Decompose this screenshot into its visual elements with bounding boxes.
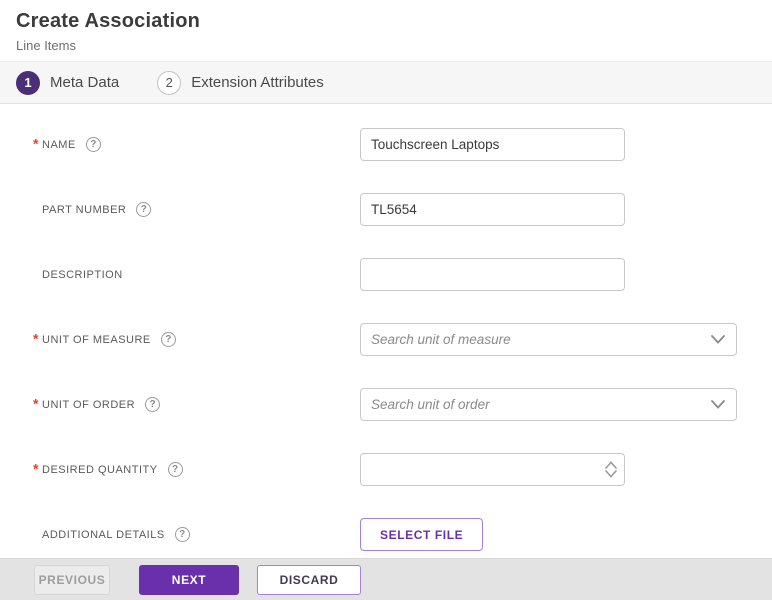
help-icon[interactable]: ? <box>160 332 176 347</box>
control <box>360 453 625 486</box>
form-row-description: DESCRIPTION <box>0 242 772 307</box>
chevron-down-icon[interactable] <box>711 400 725 409</box>
label-wrap: * NAME ? <box>0 134 360 152</box>
required-marker: * <box>33 134 39 151</box>
part-number-input[interactable] <box>360 193 625 226</box>
control <box>360 193 625 226</box>
wizard-stepper: 1 Meta Data 2 Extension Attributes <box>0 61 772 104</box>
help-icon[interactable]: ? <box>136 202 152 217</box>
chevron-down-icon[interactable] <box>711 335 725 344</box>
name-input[interactable] <box>360 128 625 161</box>
discard-button[interactable]: DISCARD <box>257 564 361 595</box>
help-icon[interactable]: ? <box>145 397 161 412</box>
page-subtitle: Line Items <box>16 38 76 53</box>
next-button[interactable]: NEXT <box>139 564 239 595</box>
help-icon[interactable]: ? <box>174 527 190 542</box>
help-icon[interactable]: ? <box>167 462 183 477</box>
label-wrap: DESCRIPTION <box>0 269 360 281</box>
form-row-desired-quantity: * DESIRED QUANTITY ? <box>0 437 772 502</box>
field-label: UNIT OF ORDER <box>42 398 136 411</box>
page-header: Create Association Line Items <box>0 0 772 61</box>
help-icon[interactable]: ? <box>85 137 101 152</box>
control <box>360 258 625 291</box>
quantity-stepper <box>605 461 617 478</box>
desired-quantity-input[interactable] <box>360 453 625 486</box>
control <box>360 323 737 356</box>
step-label: Meta Data <box>50 74 120 91</box>
wizard-footer: PREVIOUS NEXT DISCARD <box>0 558 772 600</box>
field-label: DESCRIPTION <box>42 268 123 281</box>
step-extension-attributes[interactable]: 2 Extension Attributes <box>157 70 324 95</box>
step-meta-data[interactable]: 1 Meta Data <box>16 70 120 95</box>
field-label: NAME <box>42 138 76 151</box>
required-marker: * <box>33 394 39 411</box>
field-label: ADDITIONAL DETAILS <box>42 528 165 541</box>
control <box>360 388 737 421</box>
select-file-button[interactable]: SELECT FILE <box>360 518 484 551</box>
page-title: Create Association <box>16 10 201 32</box>
form-row-unit-of-measure: * UNIT OF MEASURE ? <box>0 307 772 372</box>
unit-of-measure-select[interactable] <box>360 323 737 356</box>
meta-data-form: * NAME ? PART NUMBER ? DESCRIPTION * UNI… <box>0 104 772 567</box>
label-wrap: * UNIT OF ORDER ? <box>0 394 360 412</box>
step-number-badge: 2 <box>157 70 182 95</box>
description-input[interactable] <box>360 258 625 291</box>
required-marker: * <box>33 459 39 476</box>
unit-of-order-select[interactable] <box>360 388 737 421</box>
field-label: PART NUMBER <box>42 203 127 216</box>
form-row-unit-of-order: * UNIT OF ORDER ? <box>0 372 772 437</box>
label-wrap: * UNIT OF MEASURE ? <box>0 329 360 347</box>
stepper-down-icon[interactable] <box>605 470 617 478</box>
control <box>360 128 625 161</box>
label-wrap: ADDITIONAL DETAILS ? <box>0 527 360 542</box>
control: SELECT FILE <box>360 518 484 551</box>
form-row-part-number: PART NUMBER ? <box>0 177 772 242</box>
field-label: DESIRED QUANTITY <box>42 463 158 476</box>
step-number-badge: 1 <box>16 70 40 95</box>
label-wrap: * DESIRED QUANTITY ? <box>0 459 360 477</box>
previous-button[interactable]: PREVIOUS <box>34 564 110 595</box>
step-label: Extension Attributes <box>191 74 324 91</box>
field-label: UNIT OF MEASURE <box>42 333 151 346</box>
stepper-up-icon[interactable] <box>605 461 617 469</box>
required-marker: * <box>33 329 39 346</box>
label-wrap: PART NUMBER ? <box>0 202 360 217</box>
form-row-name: * NAME ? <box>0 112 772 177</box>
